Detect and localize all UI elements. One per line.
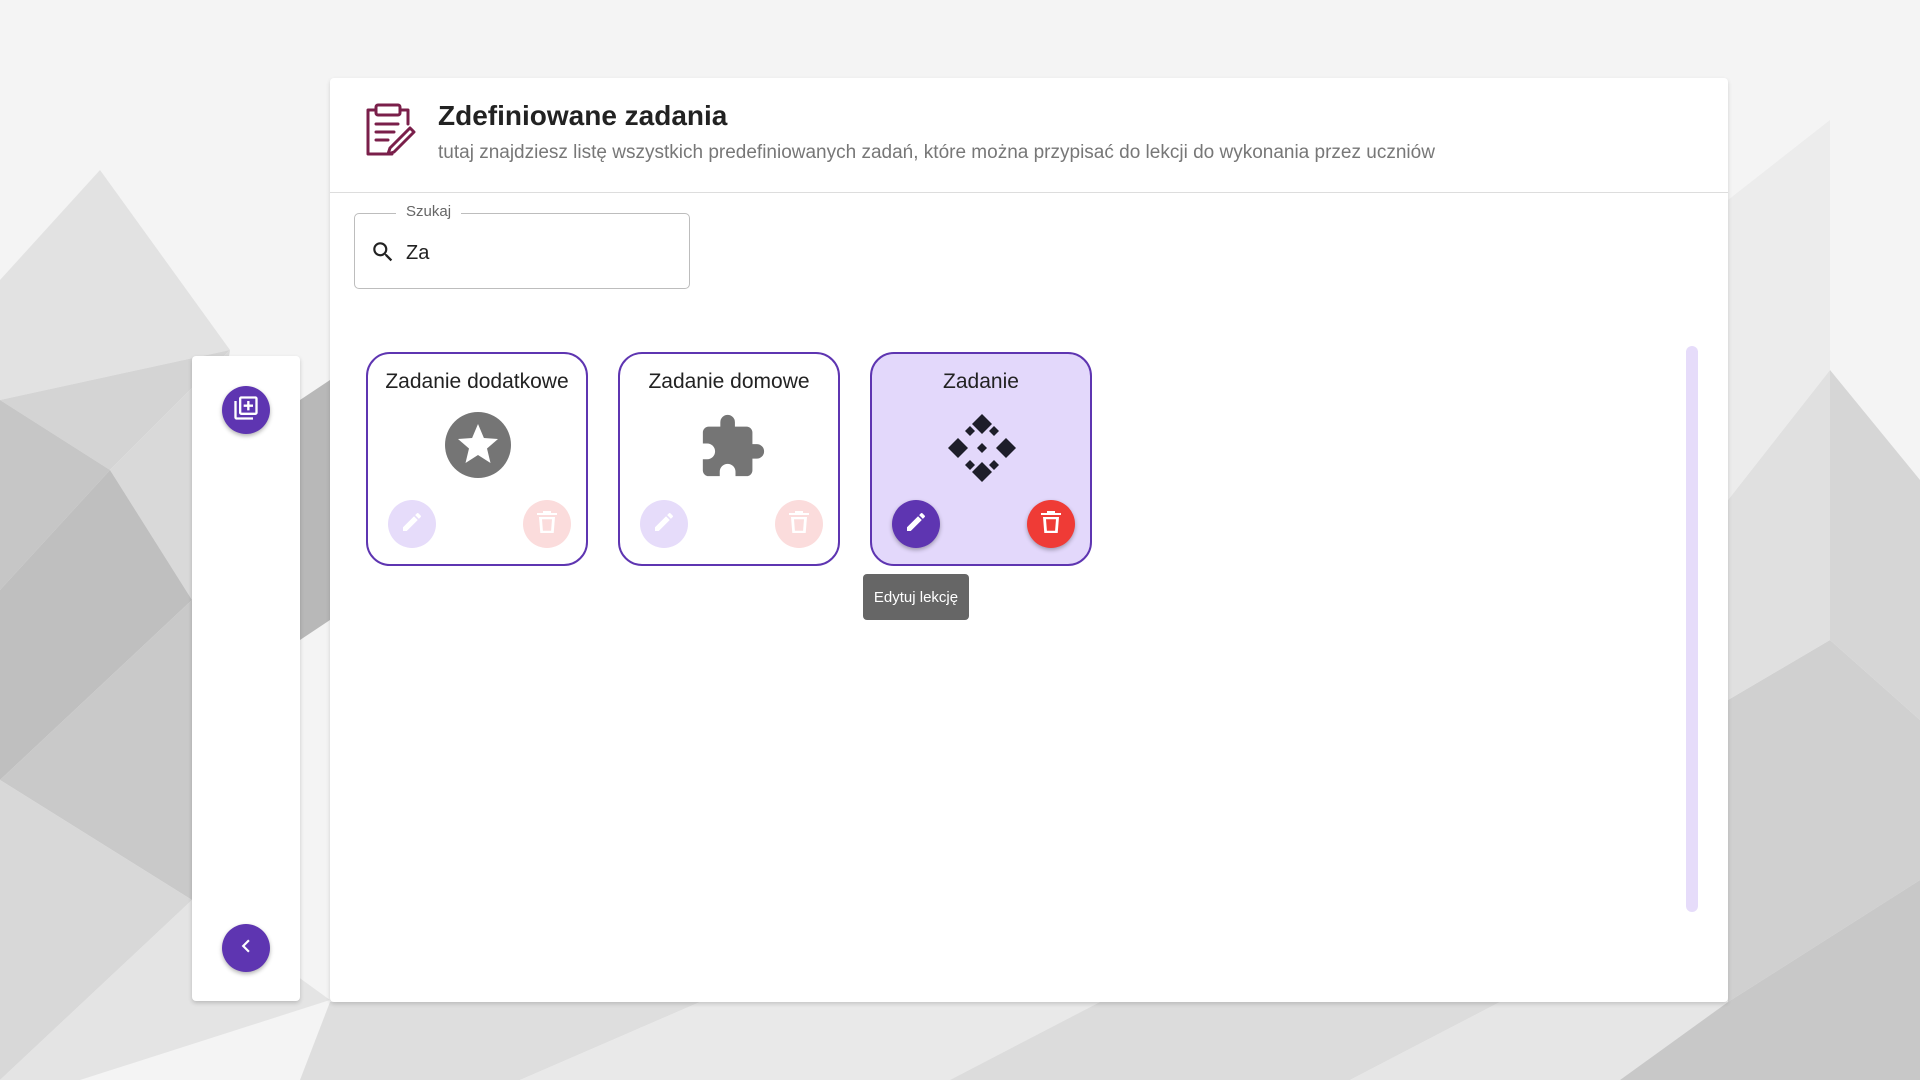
- delete-task-button[interactable]: [775, 500, 823, 548]
- page-header: Zdefiniowane zadania tutaj znajdziesz li…: [330, 78, 1728, 193]
- task-card-title: Zadanie: [943, 370, 1019, 393]
- search-icon: [370, 239, 396, 270]
- trash-icon: [536, 510, 558, 539]
- search-input[interactable]: [404, 237, 668, 269]
- edit-task-button[interactable]: [640, 500, 688, 548]
- task-card[interactable]: Zadanie: [870, 352, 1092, 566]
- task-card[interactable]: Zadanie domowe: [618, 352, 840, 566]
- page-subtitle: tutaj znajdziesz listę wszystkich predef…: [438, 142, 1435, 163]
- pencil-icon: [400, 510, 424, 539]
- diamond-cluster-icon: [948, 412, 1024, 495]
- edit-task-button[interactable]: [388, 500, 436, 548]
- chevron-left-icon: [233, 933, 259, 964]
- edit-tooltip: Edytuj lekcję: [863, 574, 969, 620]
- delete-task-button[interactable]: [1027, 500, 1075, 548]
- page-title: Zdefiniowane zadania: [438, 100, 728, 131]
- main-panel: Zdefiniowane zadania tutaj znajdziesz li…: [330, 78, 1728, 1002]
- collapse-sidebar-button[interactable]: [222, 924, 270, 972]
- star-circle-icon: [445, 412, 511, 483]
- puzzle-icon: [697, 412, 767, 487]
- library-add-icon: [232, 394, 260, 427]
- pencil-icon: [652, 510, 676, 539]
- edit-task-button[interactable]: [892, 500, 940, 548]
- search-label: Szukaj: [396, 203, 462, 220]
- delete-task-button[interactable]: [523, 500, 571, 548]
- trash-icon: [1040, 510, 1062, 539]
- trash-icon: [788, 510, 810, 539]
- search-field[interactable]: Szukaj: [354, 203, 690, 289]
- scrollbar[interactable]: [1686, 346, 1698, 912]
- task-card[interactable]: Zadanie dodatkowe: [366, 352, 588, 566]
- side-panel: [192, 356, 300, 1001]
- task-card-title: Zadanie dodatkowe: [385, 370, 569, 393]
- pencil-icon: [904, 510, 928, 539]
- clipboard-edit-icon: [362, 102, 416, 163]
- add-task-button[interactable]: [222, 386, 270, 434]
- task-card-title: Zadanie domowe: [648, 370, 810, 393]
